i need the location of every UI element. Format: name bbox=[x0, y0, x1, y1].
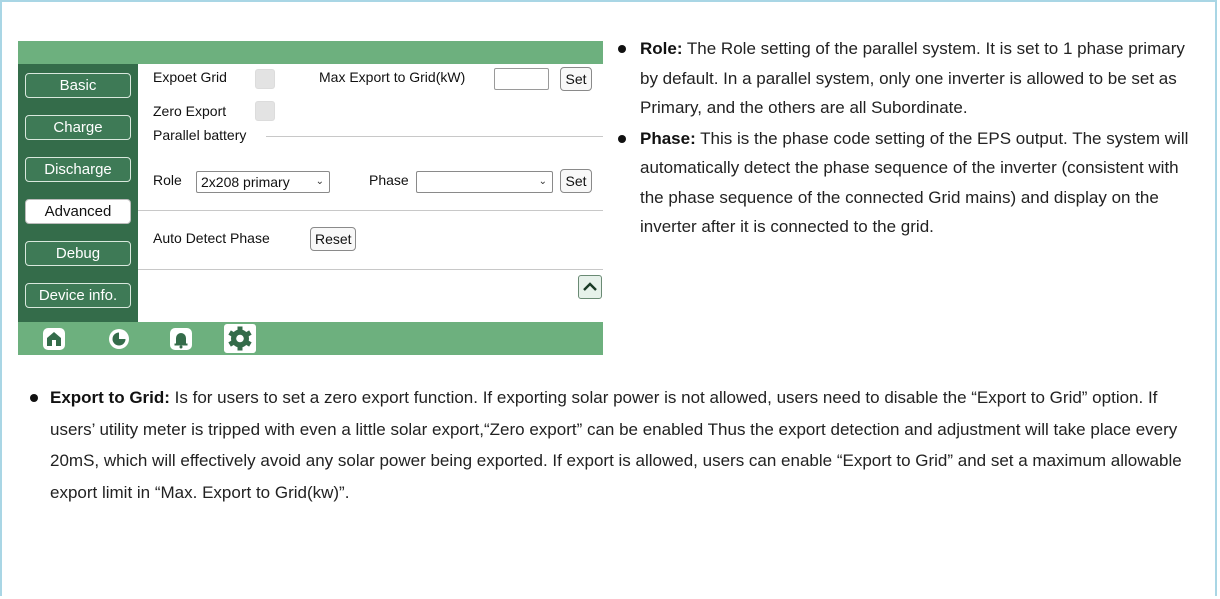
max-export-label: Max Export to Grid(kW) bbox=[319, 69, 466, 85]
export-grid-term: Export to Grid: bbox=[50, 388, 170, 407]
sidebar-item-debug[interactable]: Debug bbox=[25, 241, 131, 266]
settings-icon[interactable] bbox=[224, 324, 256, 353]
reset-button[interactable]: Reset bbox=[310, 227, 356, 251]
role-description: The Role setting of the parallel system.… bbox=[640, 39, 1185, 117]
export-grid-bullet: Export to Grid: Is for users to set a ze… bbox=[30, 382, 1200, 508]
zero-export-checkbox[interactable] bbox=[255, 101, 275, 121]
role-label: Role bbox=[153, 172, 182, 188]
parallel-battery-label: Parallel battery bbox=[153, 127, 247, 143]
section-divider bbox=[138, 210, 603, 211]
max-export-input[interactable] bbox=[494, 68, 549, 90]
bell-icon[interactable] bbox=[169, 327, 193, 351]
role-term: Role: bbox=[640, 39, 683, 58]
sidebar-item-advanced[interactable]: Advanced bbox=[25, 199, 131, 224]
chevron-up-icon bbox=[583, 282, 597, 291]
phase-term: Phase: bbox=[640, 128, 696, 148]
auto-detect-phase-label: Auto Detect Phase bbox=[153, 230, 270, 246]
sidebar-item-basic[interactable]: Basic bbox=[25, 73, 131, 98]
role-select[interactable]: 2x208 primary ⌄ bbox=[196, 171, 330, 193]
export-grid-checkbox[interactable] bbox=[255, 69, 275, 89]
export-grid-description: Is for users to set a zero export functi… bbox=[50, 388, 1182, 502]
bottom-bullet-list: Export to Grid: Is for users to set a ze… bbox=[30, 382, 1200, 508]
phase-bullet: Phase: This is the phase code setting of… bbox=[618, 124, 1198, 242]
chart-icon[interactable] bbox=[107, 327, 131, 351]
sidebar-item-discharge[interactable]: Discharge bbox=[25, 157, 131, 182]
chevron-down-icon: ⌄ bbox=[315, 176, 324, 187]
chevron-down-icon: ⌄ bbox=[538, 176, 547, 187]
max-export-set-button[interactable]: Set bbox=[560, 67, 592, 91]
right-bullet-list: Role: The Role setting of the parallel s… bbox=[618, 34, 1198, 242]
role-select-value: 2x208 primary bbox=[201, 174, 290, 190]
section-divider bbox=[138, 269, 603, 270]
settings-sidebar: Basic Charge Discharge Advanced Debug De… bbox=[18, 64, 138, 322]
panel-header-bar bbox=[18, 41, 603, 64]
sidebar-item-device-info[interactable]: Device info. bbox=[25, 283, 131, 308]
parallel-battery-divider bbox=[266, 136, 603, 137]
export-grid-label: Expoet Grid bbox=[153, 69, 227, 85]
phase-set-button[interactable]: Set bbox=[560, 169, 592, 193]
phase-select[interactable]: ⌄ bbox=[416, 171, 553, 193]
zero-export-label: Zero Export bbox=[153, 103, 227, 119]
inverter-settings-panel: Basic Charge Discharge Advanced Debug De… bbox=[18, 41, 603, 355]
phase-label: Phase bbox=[369, 172, 409, 188]
advanced-settings-content: Expoet Grid Max Export to Grid(kW) Set Z… bbox=[138, 64, 603, 322]
sidebar-item-charge[interactable]: Charge bbox=[25, 115, 131, 140]
scroll-up-button[interactable] bbox=[578, 275, 602, 299]
role-bullet: Role: The Role setting of the parallel s… bbox=[618, 34, 1198, 123]
phase-description: This is the phase code setting of the EP… bbox=[640, 128, 1189, 237]
bottom-tab-bar bbox=[18, 322, 603, 355]
home-icon[interactable] bbox=[42, 327, 66, 351]
